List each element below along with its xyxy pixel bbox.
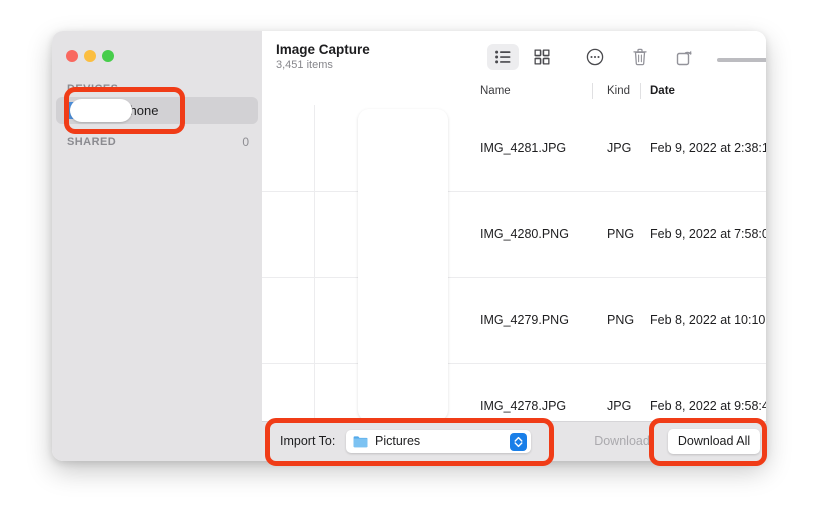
table-row[interactable]: IMG_4280.PNG PNG Feb 9, 2022 at 7:58:06.… [262,191,766,277]
device-name-redaction [70,99,132,122]
rotate-icon [677,49,694,66]
file-kind: JPG [607,141,631,155]
close-button[interactable] [66,50,78,62]
list-view-button[interactable] [487,44,519,70]
sidebar-section-shared: SHARED [67,136,116,148]
toolbar: Image Capture 3,451 items [262,31,766,79]
column-header-row: Name Kind Date File [262,79,766,106]
rotate-button[interactable] [669,44,701,70]
download-all-button[interactable]: Download All [668,429,760,454]
file-date: Feb 9, 2022 at 7:58:06... [650,227,766,241]
file-date: Feb 9, 2022 at 2:38:19... [650,141,766,155]
file-kind: JPG [607,399,631,413]
zoom-button[interactable] [102,50,114,62]
import-destination-value: Pictures [375,434,420,448]
blue-folder-icon [353,435,368,448]
sidebar-section-devices: DEVICES [67,83,118,95]
column-divider [592,83,593,99]
file-name: IMG_4278.JPG [480,399,566,413]
thumbnail-column-divider [314,191,315,277]
shared-count-badge: 0 [242,135,249,149]
row-divider [262,277,766,278]
import-destination-select[interactable]: Pictures [346,430,531,453]
thumbnail-column-redaction [358,109,448,421]
row-divider [262,363,766,364]
file-list[interactable]: IMG_4281.JPG JPG Feb 9, 2022 at 2:38:19.… [262,105,766,461]
column-header-kind[interactable]: Kind [607,85,630,97]
file-kind: PNG [607,227,634,241]
sidebar-item-iphone[interactable]: iPhone [56,97,258,124]
column-divider [640,83,641,99]
window-controls [66,50,136,64]
sidebar: DEVICES iPhone SHARED 0 [52,31,262,461]
minimize-button[interactable] [84,50,96,62]
more-options-button[interactable] [579,44,611,70]
thumbnail-column-divider [314,105,315,191]
file-name: IMG_4281.JPG [480,141,566,155]
bottom-bar: Import To: Pictures Download [262,421,766,461]
import-to-label: Import To: [280,434,335,448]
slider-track [717,58,766,62]
up-down-chevrons-icon[interactable] [510,433,527,451]
main-pane: Image Capture 3,451 items [262,31,766,461]
page-title: Image Capture [276,42,370,57]
image-capture-window: DEVICES iPhone SHARED 0 Image Capture 3,… [52,31,766,461]
file-name: IMG_4279.PNG [480,313,569,327]
row-divider [262,191,766,192]
file-date: Feb 8, 2022 at 9:58:47 [650,399,766,413]
ellipsis-circle-icon [587,49,604,66]
grid-view-icon [535,50,550,65]
file-kind: PNG [607,313,634,327]
thumbnail-column-divider [314,277,315,363]
list-view-icon [495,51,511,64]
column-header-name[interactable]: Name [480,85,511,97]
grid-view-button[interactable] [526,44,558,70]
column-header-date[interactable]: Date [650,85,675,97]
trash-icon [633,49,647,66]
table-row[interactable]: IMG_4279.PNG PNG Feb 8, 2022 at 10:10:07… [262,277,766,363]
table-row[interactable]: IMG_4281.JPG JPG Feb 9, 2022 at 2:38:19.… [262,105,766,191]
file-name: IMG_4280.PNG [480,227,569,241]
download-button[interactable]: Download [582,429,662,454]
thumbnail-size-slider[interactable] [717,51,766,71]
item-count: 3,451 items [276,59,333,71]
screenshot-canvas: DEVICES iPhone SHARED 0 Image Capture 3,… [0,0,817,530]
file-date: Feb 8, 2022 at 10:10:07... [650,313,766,327]
delete-button[interactable] [624,44,656,70]
